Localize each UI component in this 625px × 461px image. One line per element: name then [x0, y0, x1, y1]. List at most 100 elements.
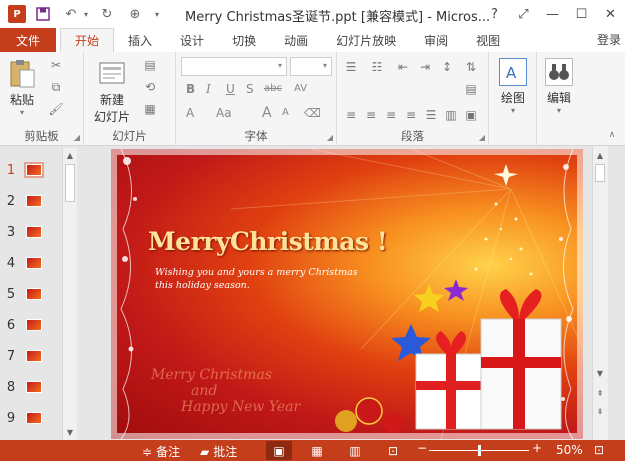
align-left-icon[interactable]: ≡	[343, 108, 359, 122]
reading-view-button[interactable]: ▥	[342, 441, 368, 460]
scroll-up-icon[interactable]: ▲	[593, 148, 607, 162]
minimize-button[interactable]: —	[538, 0, 567, 28]
editing-dropdown-icon[interactable]: ▾	[557, 106, 561, 115]
customize-qat-icon[interactable]: ▾	[152, 3, 162, 25]
editing-button[interactable]: 编辑 ▾	[541, 58, 577, 115]
copy-icon[interactable]: ⧉	[48, 80, 64, 94]
format-painter-icon[interactable]: 🖌	[48, 102, 64, 116]
cut-icon[interactable]: ✂	[48, 58, 64, 72]
numbering-icon[interactable]: ☷	[369, 60, 385, 74]
clear-formatting-icon[interactable]: ⌫	[304, 106, 321, 120]
increase-indent-icon[interactable]: ⇥	[417, 60, 433, 74]
justify-icon[interactable]: ≡	[403, 108, 419, 122]
font-launcher-icon[interactable]: ◢	[327, 133, 333, 142]
tab-file[interactable]: 文件	[0, 28, 57, 52]
slide-1[interactable]: MerryChristmas ! Wishing you and yours a…	[111, 149, 583, 439]
zoom-slider[interactable]	[429, 445, 529, 456]
previous-slide-icon[interactable]: ⇞	[593, 386, 607, 400]
comments-button[interactable]: ▰ 批注	[200, 443, 237, 460]
paste-button[interactable]: 粘贴 ▾	[8, 58, 36, 117]
next-slide-icon[interactable]: ⇟	[593, 404, 607, 418]
slide-thumbnail-1[interactable]: 1	[0, 158, 62, 182]
slide-sorter-view-button[interactable]: ▦	[304, 441, 330, 460]
align-text-icon[interactable]: ▤	[463, 82, 479, 96]
slide-thumbnail-2[interactable]: 2	[0, 189, 62, 213]
slide-thumbnail-5[interactable]: 5	[0, 282, 62, 306]
tab-animations[interactable]: 动画	[270, 28, 322, 52]
bullets-icon[interactable]: ☰	[343, 60, 359, 74]
decrease-indent-icon[interactable]: ⇤	[395, 60, 411, 74]
zoom-in-button[interactable]: +	[532, 441, 542, 455]
strikethrough-button[interactable]: abc	[264, 83, 282, 94]
underline-button[interactable]: U	[226, 82, 235, 96]
notes-button[interactable]: ≑ 备注	[142, 443, 180, 460]
line-spacing-icon[interactable]: ↕	[439, 60, 455, 74]
undo-icon[interactable]: ↶	[60, 3, 82, 25]
close-button[interactable]: ✕	[596, 0, 625, 28]
tab-transitions[interactable]: 切换	[218, 28, 270, 52]
login-link[interactable]: 登录	[597, 31, 621, 48]
scroll-down-icon[interactable]: ▼	[593, 366, 607, 380]
paste-dropdown-icon[interactable]: ▾	[20, 108, 24, 117]
slideshow-view-button[interactable]: ⊡	[380, 441, 406, 460]
scroll-up-icon[interactable]: ▲	[63, 148, 77, 162]
scrollbar-thumb[interactable]	[595, 164, 605, 182]
slide-thumbnail-6[interactable]: 6	[0, 313, 62, 337]
change-case-button[interactable]: Aa	[216, 106, 232, 120]
maximize-button[interactable]: ☐	[567, 0, 596, 28]
slide-subtitle[interactable]: Wishing you and yours a merry Christmas …	[155, 266, 375, 292]
character-spacing-button[interactable]: AV	[294, 83, 307, 94]
section-icon[interactable]: ▦	[142, 102, 158, 116]
new-slide-button[interactable]: 新建 幻灯片	[90, 58, 134, 125]
save-icon[interactable]	[32, 3, 54, 25]
help-button[interactable]: ?	[480, 0, 509, 28]
collapse-ribbon-icon[interactable]: ∧	[604, 128, 620, 142]
tab-design[interactable]: 设计	[166, 28, 218, 52]
tab-insert[interactable]: 插入	[114, 28, 166, 52]
align-right-icon[interactable]: ≡	[383, 108, 399, 122]
slide-thumbnail-3[interactable]: 3	[0, 220, 62, 244]
shrink-font-button[interactable]: A	[282, 107, 289, 118]
font-color-button[interactable]: A	[186, 106, 194, 120]
undo-dropdown-icon[interactable]: ▾	[82, 3, 90, 25]
grow-font-button[interactable]: A	[262, 105, 272, 121]
fit-to-window-icon[interactable]: ⊡	[594, 443, 604, 457]
slide-thumbnail-7[interactable]: 7	[0, 344, 62, 368]
thumbnail-scrollbar[interactable]: ▲ ▼	[62, 148, 77, 440]
zoom-slider-thumb[interactable]	[477, 445, 481, 456]
slide-title[interactable]: MerryChristmas !	[148, 227, 388, 256]
slide-thumbnail-8[interactable]: 8	[0, 375, 62, 399]
distributed-icon[interactable]: ☰	[423, 108, 439, 122]
powerpoint-app-icon[interactable]: P	[8, 5, 26, 23]
font-family-dropdown[interactable]: ▾	[181, 57, 287, 76]
tab-home[interactable]: 开始	[60, 28, 115, 52]
shadow-button[interactable]: S	[246, 82, 254, 96]
redo-icon[interactable]: ↻	[96, 3, 118, 25]
tab-view[interactable]: 视图	[462, 28, 514, 52]
slide-scrollbar[interactable]: ▲ ▼ ⇞ ⇟	[592, 146, 608, 440]
ribbon-display-options-button[interactable]: ⤢	[509, 0, 538, 28]
clipboard-launcher-icon[interactable]: ◢	[74, 133, 80, 142]
slide-thumbnail-4[interactable]: 4	[0, 251, 62, 275]
tab-slideshow[interactable]: 幻灯片放映	[322, 28, 410, 52]
smartart-icon[interactable]: ▣	[463, 108, 479, 122]
normal-view-button[interactable]: ▣	[266, 441, 292, 460]
columns-icon[interactable]: ▥	[443, 108, 459, 122]
scrollbar-thumb[interactable]	[65, 164, 75, 202]
reset-icon[interactable]: ⟲	[142, 80, 158, 94]
zoom-level[interactable]: 50%	[556, 443, 583, 457]
drawing-button[interactable]: A 绘图 ▾	[495, 58, 531, 115]
paragraph-launcher-icon[interactable]: ◢	[479, 133, 485, 142]
drawing-dropdown-icon[interactable]: ▾	[511, 106, 515, 115]
scroll-down-icon[interactable]: ▼	[63, 425, 77, 439]
align-center-icon[interactable]: ≡	[363, 108, 379, 122]
text-direction-icon[interactable]: ⇅	[463, 60, 479, 74]
zoom-out-button[interactable]: −	[417, 441, 427, 455]
bold-button[interactable]: B	[186, 82, 195, 96]
tab-review[interactable]: 审阅	[410, 28, 462, 52]
font-size-dropdown[interactable]: ▾	[290, 57, 332, 76]
layout-icon[interactable]: ▤	[142, 58, 158, 72]
italic-button[interactable]: I	[206, 82, 211, 96]
present-icon[interactable]: ⊕	[124, 3, 146, 25]
slide-thumbnail-9[interactable]: 9	[0, 406, 62, 430]
